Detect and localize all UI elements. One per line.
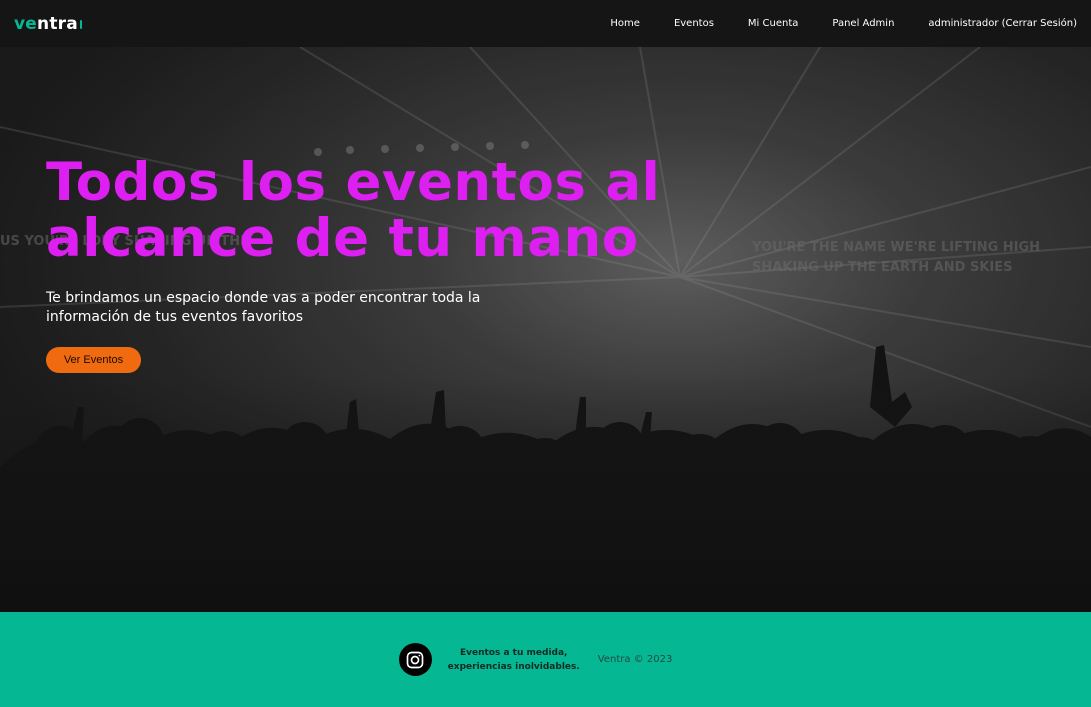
footer-tagline-line-1: Eventos a tu medida, <box>459 647 568 658</box>
nav-link-eventos[interactable]: Eventos <box>674 18 714 29</box>
footer-tagline: Eventos a tu medida, experiencias inolvi… <box>448 646 580 674</box>
main-nav: Home Eventos Mi Cuenta Panel Admin admin… <box>610 0 1077 47</box>
hero-subtitle: Te brindamos un espacio donde vas a pode… <box>46 290 481 325</box>
hero-title-line-2: alcance de tu mano <box>46 208 639 269</box>
nav-link-panel-admin[interactable]: Panel Admin <box>832 18 894 29</box>
hero-title: Todos los eventos al alcance de tu mano <box>46 155 666 267</box>
site-footer: Eventos a tu medida, experiencias inolvi… <box>0 612 1091 707</box>
logo-accent-text: ve <box>14 13 38 34</box>
hero-title-line-1: Todos los eventos al <box>46 152 661 213</box>
instagram-icon[interactable] <box>398 643 432 676</box>
footer-tagline-line-2: experiencias inolvidables. <box>447 661 580 672</box>
footer-copyright: Ventra © 2023 <box>597 654 673 665</box>
nav-link-logout[interactable]: administrador (Cerrar Sesión) <box>928 18 1077 29</box>
nav-link-home[interactable]: Home <box>610 18 640 29</box>
ver-eventos-button[interactable]: Ver Eventos <box>46 347 141 373</box>
hero-section: US YOU'RE LORY SHAKING UP THE YOU'RE THE… <box>0 47 1091 612</box>
logo-mark <box>79 19 82 29</box>
nav-link-mi-cuenta[interactable]: Mi Cuenta <box>748 18 798 29</box>
ventra-logo[interactable]: ve ntra <box>14 14 82 34</box>
top-navbar: ve ntra Home Eventos Mi Cuenta Panel Admi… <box>0 0 1091 47</box>
hero-content: Todos los eventos al alcance de tu mano … <box>46 155 666 373</box>
footer-content: Eventos a tu medida, experiencias inolvi… <box>398 643 673 676</box>
logo-text: ntra <box>37 13 78 34</box>
